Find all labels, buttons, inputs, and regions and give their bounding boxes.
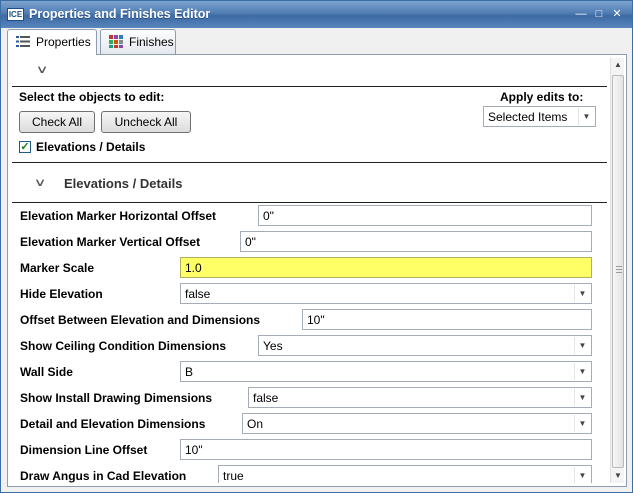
property-row: Wall Side B ▼	[12, 359, 607, 385]
property-value: On	[247, 417, 264, 431]
elevations-details-label: Elevations / Details	[36, 140, 146, 154]
scrollbar-thumb[interactable]	[612, 75, 624, 468]
property-label: Show Install Drawing Dimensions	[20, 391, 213, 405]
property-label: Draw Angus in Cad Elevation	[20, 469, 187, 483]
property-input[interactable]: 1.0	[180, 257, 592, 278]
section-title: Elevations / Details	[64, 176, 183, 191]
property-label: Show Ceiling Condition Dimensions	[20, 339, 226, 353]
property-value: 0"	[245, 235, 256, 249]
property-value: 10"	[307, 313, 325, 327]
property-value: 0"	[263, 209, 274, 223]
editor-window: ICE Properties and Finishes Editor — □ ✕…	[0, 0, 633, 493]
apply-edits-heading: Apply edits to:	[500, 90, 584, 104]
property-select[interactable]: true ▼	[218, 465, 592, 483]
property-select[interactable]: On ▼	[242, 413, 592, 434]
maximize-icon[interactable]: □	[592, 8, 606, 21]
property-row: Draw Angus in Cad Elevation true ▼	[12, 463, 607, 483]
dropdown-arrow-icon: ▼	[574, 415, 590, 432]
grip-line	[616, 269, 622, 270]
property-row: Elevation Marker Horizontal Offset 0"	[12, 203, 607, 229]
grip-line	[616, 266, 622, 267]
properties-panel: ∨ Select the objects to edit: Apply edit…	[7, 54, 627, 487]
section-chevron-icon[interactable]: ∨	[34, 176, 47, 189]
window-title: Properties and Finishes Editor	[29, 7, 211, 21]
scroll-down-icon[interactable]: ▼	[611, 469, 625, 483]
tab-label: Properties	[36, 35, 91, 49]
property-label: Dimension Line Offset	[20, 443, 148, 457]
title-bar[interactable]: ICE Properties and Finishes Editor — □ ✕	[1, 1, 632, 28]
property-row: Dimension Line Offset 10"	[12, 437, 607, 463]
property-label: Elevation Marker Horizontal Offset	[20, 209, 217, 223]
close-icon[interactable]: ✕	[610, 8, 624, 21]
vertical-scrollbar[interactable]: ▲ ▼	[610, 58, 624, 483]
property-value: true	[223, 469, 244, 483]
property-value: B	[185, 365, 194, 379]
property-input[interactable]: 10"	[302, 309, 592, 330]
property-label: Offset Between Elevation and Dimensions	[20, 313, 261, 327]
property-input[interactable]: 0"	[240, 231, 592, 252]
property-label: Elevation Marker Vertical Offset	[20, 235, 201, 249]
divider	[12, 86, 607, 87]
property-label: Hide Elevation	[20, 287, 103, 301]
property-row: Show Ceiling Condition Dimensions Yes ▼	[12, 333, 607, 359]
grip-line	[616, 272, 622, 273]
property-value: Yes	[263, 339, 283, 353]
scroll-up-icon[interactable]: ▲	[611, 58, 625, 72]
property-row: Detail and Elevation Dimensions On ▼	[12, 411, 607, 437]
property-input[interactable]: 10"	[180, 439, 592, 460]
property-select[interactable]: false ▼	[248, 387, 592, 408]
property-select[interactable]: Yes ▼	[258, 335, 592, 356]
property-value: 1.0	[185, 261, 202, 275]
property-label: Detail and Elevation Dimensions	[20, 417, 206, 431]
property-value: false	[253, 391, 279, 405]
property-label: Wall Side	[20, 365, 73, 379]
apply-edits-select[interactable]: Selected Items ▼	[483, 106, 596, 127]
property-row: Show Install Drawing Dimensions false ▼	[12, 385, 607, 411]
tab-properties[interactable]: Properties	[7, 29, 97, 55]
list-icon	[16, 36, 30, 47]
grid-icon	[109, 35, 123, 48]
property-row: Hide Elevation false ▼	[12, 281, 607, 307]
elevations-details-checkbox[interactable]: ✓	[19, 141, 31, 153]
uncheck-all-button[interactable]: Uncheck All	[101, 111, 191, 133]
dropdown-arrow-icon: ▼	[574, 467, 590, 483]
property-select[interactable]: false ▼	[180, 283, 592, 304]
property-row: Marker Scale 1.0	[12, 255, 607, 281]
dropdown-arrow-icon: ▼	[574, 363, 590, 380]
property-input[interactable]: 0"	[258, 205, 592, 226]
tab-label: Finishes	[129, 35, 174, 49]
property-row: Elevation Marker Vertical Offset 0"	[12, 229, 607, 255]
dropdown-arrow-icon: ▼	[578, 108, 594, 125]
property-value: false	[185, 287, 211, 301]
tab-finishes[interactable]: Finishes	[100, 29, 176, 54]
property-select[interactable]: B ▼	[180, 361, 592, 382]
panel-content: ∨ Select the objects to edit: Apply edit…	[12, 59, 607, 483]
property-row: Offset Between Elevation and Dimensions …	[12, 307, 607, 333]
property-label: Marker Scale	[20, 261, 95, 275]
divider	[12, 162, 607, 163]
dropdown-arrow-icon: ▼	[574, 337, 590, 354]
collapse-chevron-icon[interactable]: ∨	[36, 63, 49, 76]
apply-edits-value: Selected Items	[488, 110, 568, 124]
minimize-icon[interactable]: —	[574, 8, 588, 21]
app-logo-icon: ICE	[7, 8, 24, 21]
check-all-button[interactable]: Check All	[19, 111, 95, 133]
select-objects-heading: Select the objects to edit:	[19, 90, 165, 104]
property-value: 10"	[185, 443, 203, 457]
dropdown-arrow-icon: ▼	[574, 285, 590, 302]
dropdown-arrow-icon: ▼	[574, 389, 590, 406]
